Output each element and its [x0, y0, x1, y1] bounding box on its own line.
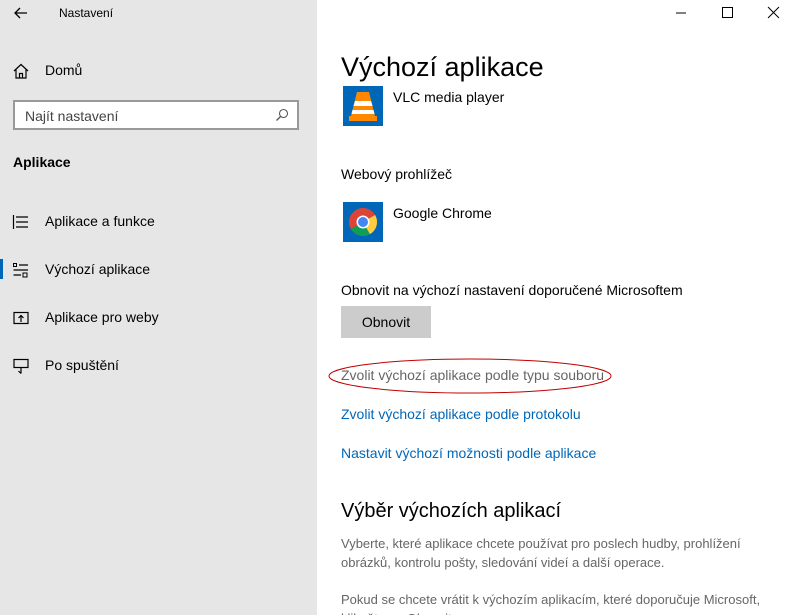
close-button[interactable]	[750, 0, 790, 26]
sidebar-item-label: Po spuštění	[45, 357, 119, 373]
link-choose-by-protocol[interactable]: Zvolit výchozí aplikace podle protokolu	[341, 406, 581, 422]
sidebar-item-home[interactable]: Domů	[0, 50, 317, 90]
home-icon	[13, 63, 29, 79]
minimize-icon	[676, 12, 686, 14]
app-name: Google Chrome	[393, 205, 492, 221]
page-title: Výchozí aplikace	[341, 52, 544, 82]
close-icon	[767, 6, 780, 19]
maximize-icon	[722, 7, 733, 18]
chrome-icon	[343, 202, 383, 242]
sidebar-item-label: Aplikace pro weby	[45, 309, 159, 325]
link-set-defaults-by-app[interactable]: Nastavit výchozí možnosti podle aplikace	[341, 445, 596, 461]
section-description: Vyberte, které aplikace chcete používat …	[341, 536, 741, 570]
sidebar-item-default-apps[interactable]: Výchozí aplikace	[0, 249, 317, 289]
search-icon	[276, 108, 289, 121]
vlc-icon	[343, 86, 383, 126]
sidebar-item-apps-websites[interactable]: Aplikace pro weby	[0, 297, 317, 337]
startup-icon	[13, 358, 29, 374]
window-title: Nastavení	[59, 6, 114, 20]
minimize-button[interactable]	[658, 0, 704, 26]
sidebar-item-label: Aplikace a funkce	[45, 213, 155, 229]
app-name: VLC media player	[393, 89, 505, 105]
sidebar-item-label: Domů	[45, 62, 83, 78]
sidebar-item-label: Výchozí aplikace	[45, 261, 151, 277]
default-apps-icon	[13, 263, 28, 278]
reset-button[interactable]: Obnovit	[341, 306, 431, 338]
maximize-button[interactable]	[704, 0, 750, 26]
sidebar-item-startup[interactable]: Po spuštění	[0, 345, 317, 385]
browser-label: Webový prohlížeč	[341, 166, 453, 182]
reset-description: Pokud se chcete vrátit k výchozím aplika…	[341, 592, 761, 615]
video-player-default[interactable]: VLC media player	[341, 86, 641, 128]
search-placeholder: Najít nastavení	[25, 108, 119, 124]
link-choose-by-file-type[interactable]: Zvolit výchozí aplikace podle typu soubo…	[341, 367, 604, 383]
active-indicator	[0, 259, 3, 279]
open-in-app-icon	[13, 311, 29, 325]
search-input[interactable]: Najít nastavení	[13, 100, 299, 130]
section-title: Aplikace	[13, 154, 71, 170]
sidebar-item-apps-features[interactable]: Aplikace a funkce	[0, 201, 317, 241]
browser-default[interactable]: Google Chrome	[341, 200, 641, 244]
section-title: Výběr výchozích aplikací	[341, 500, 562, 522]
reset-label: Obnovit na výchozí nastavení doporučené …	[341, 282, 683, 298]
list-icon	[12, 215, 28, 229]
sidebar: Nastavení Domů Najít nastavení Aplikace …	[0, 0, 317, 615]
back-button[interactable]	[10, 2, 32, 24]
main-content: Výchozí aplikace VLC media player Webový…	[317, 0, 790, 615]
back-arrow-icon	[14, 7, 27, 19]
